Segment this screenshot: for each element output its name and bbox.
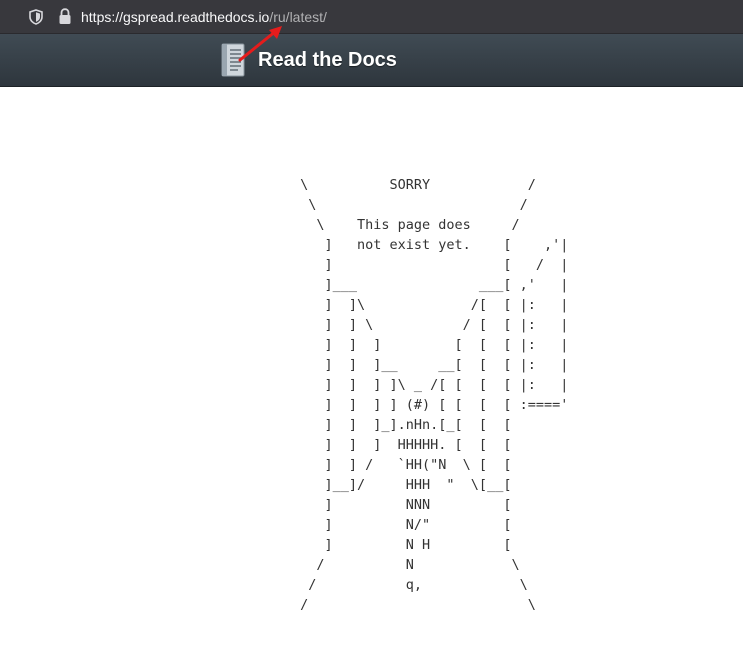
browser-address-bar[interactable]: https://gspread.readthedocs.io/ru/latest… [0, 0, 743, 34]
url-text[interactable]: https://gspread.readthedocs.io/ru/latest… [81, 8, 327, 26]
not-found-ascii-art: \ SORRY / \ / \ This page does / ] not e… [300, 177, 569, 613]
shield-icon[interactable] [29, 9, 43, 25]
annotation-arrow-icon [238, 26, 282, 62]
readthedocs-header: Read the Docs [0, 34, 743, 87]
lock-icon[interactable] [58, 8, 72, 25]
